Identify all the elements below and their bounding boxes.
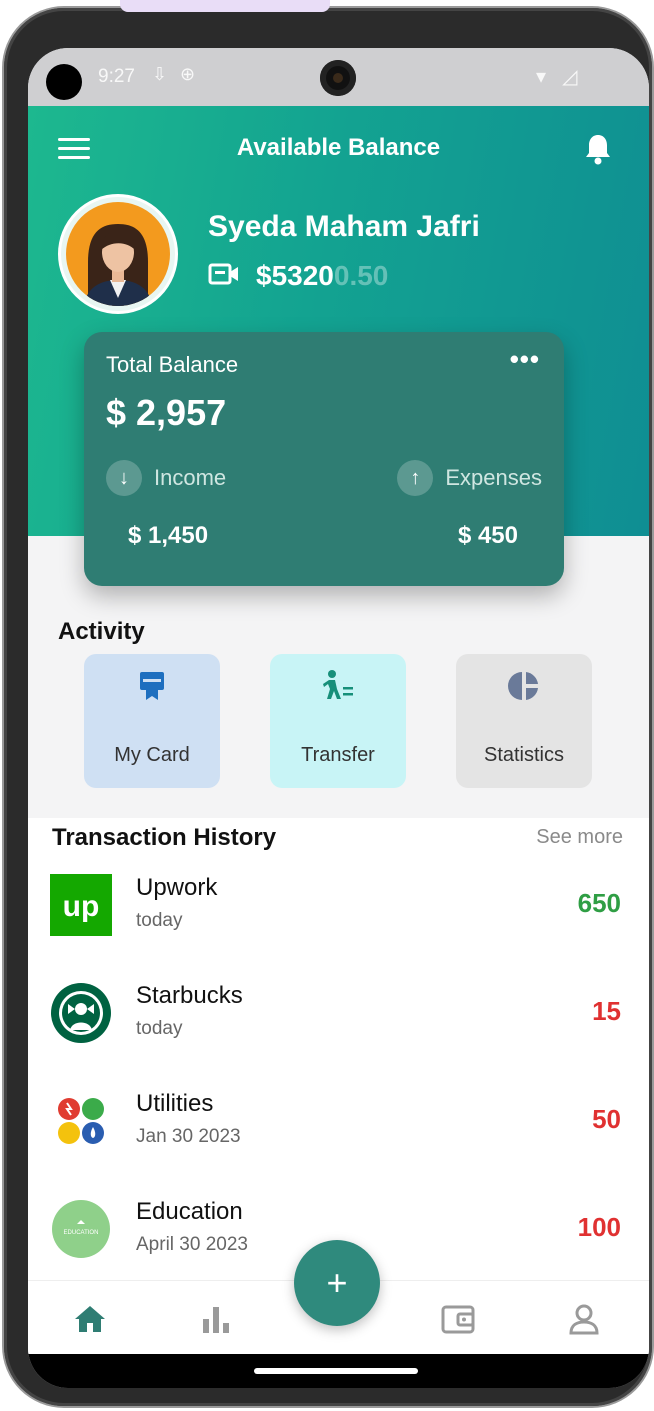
- activity-statistics[interactable]: Statistics: [456, 654, 592, 788]
- expenses-value: $ 450: [457, 522, 518, 549]
- home-icon[interactable]: [70, 1299, 110, 1339]
- user-balance-row: $53200.50: [208, 260, 388, 292]
- transaction-date: today: [136, 1018, 183, 1039]
- avatar[interactable]: [58, 194, 178, 314]
- transfer-icon: [321, 668, 355, 704]
- utilities-logo: [50, 1090, 112, 1152]
- total-balance-amount: $ 2,957: [106, 392, 227, 433]
- transaction-amount: 50: [592, 1104, 621, 1134]
- status-time: 9:27: [98, 66, 135, 87]
- bezel-tint: [120, 0, 330, 12]
- expenses-row: ↑ Expenses: [397, 460, 542, 496]
- transaction-date: today: [136, 910, 183, 931]
- transaction-name: Utilities: [136, 1090, 214, 1117]
- vpn-icon: ⊕: [180, 64, 196, 84]
- transaction-amount: 650: [577, 888, 621, 918]
- history-title: Transaction History: [52, 824, 277, 851]
- education-logo-text: EDUCATION: [64, 1230, 99, 1236]
- app-screen: 9:27 ⇩ ⊕ ▾ ◿ Available Balance Syeda Mah…: [28, 48, 649, 1388]
- transaction-name: Starbucks: [136, 982, 243, 1009]
- page-title: Available Balance: [236, 134, 441, 161]
- see-more-link[interactable]: See more: [536, 826, 623, 849]
- activity-my-card[interactable]: My Card: [84, 654, 220, 788]
- user-name: Syeda Maham Jafri: [208, 210, 480, 243]
- arrow-down-icon: ↓: [106, 460, 142, 496]
- transaction-amount: 15: [592, 996, 621, 1026]
- video-card-icon: [208, 262, 240, 291]
- upwork-logo-text: up: [63, 890, 100, 923]
- gesture-area: [28, 1354, 649, 1388]
- expenses-label: Expenses: [445, 465, 542, 490]
- tile-label: Transfer: [301, 744, 375, 766]
- education-logo: EDUCATION: [50, 1198, 112, 1260]
- user-balance-main: $5320: [256, 260, 334, 291]
- transaction-row[interactable]: up Upwork today 650: [28, 874, 649, 974]
- income-row: ↓ Income: [106, 460, 226, 496]
- download-icon: ⇩: [152, 64, 168, 84]
- camera-cutout: [46, 64, 82, 100]
- transaction-date: April 30 2023: [136, 1234, 248, 1255]
- transaction-name: Upwork: [136, 874, 218, 901]
- front-camera: [320, 60, 356, 96]
- add-transaction-button[interactable]: +: [294, 1240, 380, 1326]
- tile-label: My Card: [114, 744, 190, 766]
- more-options-icon[interactable]: •••: [510, 344, 540, 375]
- wifi-icon: ▾: [536, 66, 547, 88]
- arrow-up-icon: ↑: [397, 460, 434, 496]
- transaction-name: Education: [136, 1198, 243, 1225]
- starbucks-logo: [50, 982, 112, 1044]
- wallet-icon[interactable]: [438, 1299, 478, 1339]
- bar-chart-icon[interactable]: [196, 1299, 236, 1339]
- home-gesture-bar[interactable]: [254, 1368, 418, 1374]
- income-label: Income: [154, 465, 227, 490]
- transaction-row[interactable]: Starbucks today 15: [28, 982, 649, 1082]
- signal-icon: ◿: [562, 66, 578, 88]
- profile-icon[interactable]: [564, 1299, 604, 1339]
- status-bar: 9:27 ⇩ ⊕ ▾ ◿: [28, 48, 649, 106]
- balance-card[interactable]: Total Balance ••• $ 2,957 ↓ Income $ 1,4…: [84, 332, 564, 586]
- activity-heading: Activity: [58, 618, 145, 645]
- balance-card-title: Total Balance: [106, 352, 239, 377]
- user-balance: $53200.50: [256, 260, 388, 292]
- transaction-row[interactable]: Utilities Jan 30 2023 50: [28, 1090, 649, 1190]
- transaction-amount: 100: [577, 1212, 621, 1242]
- transaction-date: Jan 30 2023: [136, 1126, 241, 1147]
- upwork-logo: up: [50, 874, 112, 936]
- card-icon: [138, 668, 166, 704]
- activity-transfer[interactable]: Transfer: [270, 654, 406, 788]
- pie-chart-icon: [508, 668, 540, 704]
- user-balance-faded: 0.50: [333, 260, 389, 291]
- bell-icon[interactable]: [584, 132, 612, 166]
- phone-frame: 9:27 ⇩ ⊕ ▾ ◿ Available Balance Syeda Mah…: [4, 8, 652, 1406]
- tile-label: Statistics: [483, 744, 565, 766]
- transaction-history: Transaction History See more up Upwork t…: [28, 818, 649, 1288]
- income-value: $ 1,450: [128, 522, 209, 549]
